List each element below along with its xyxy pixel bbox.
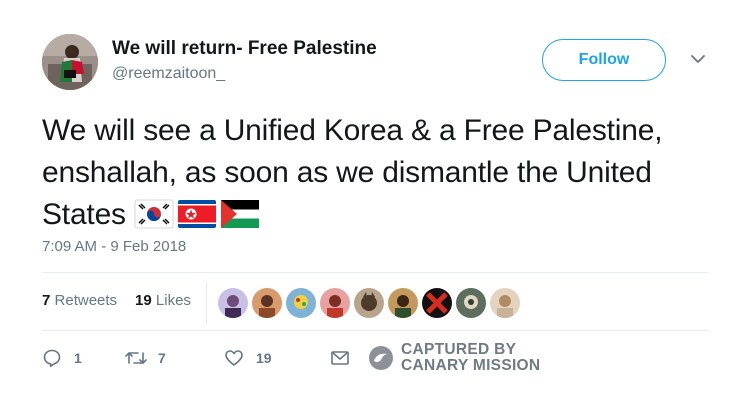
user-handle[interactable]: @reemzaitoon_: [112, 65, 225, 83]
watermark-text: CAPTURED BY CANARY MISSION: [401, 342, 540, 374]
south-korea-flag-icon: [134, 199, 174, 229]
liker-avatar[interactable]: [252, 288, 282, 318]
retweet-icon: [125, 352, 147, 364]
reply-count: 1: [74, 350, 82, 366]
watermark-line1: CAPTURED BY: [401, 341, 517, 358]
likes-count: 19: [135, 292, 152, 309]
reply-icon: [43, 349, 61, 367]
canary-logo-icon: [369, 346, 393, 370]
retweet-button[interactable]: 7: [124, 348, 224, 368]
likes-stat[interactable]: 19 Likes: [135, 292, 191, 309]
divider: [42, 330, 708, 331]
envelope-icon: [331, 351, 349, 365]
retweets-count: 7: [42, 292, 51, 309]
like-count: 19: [256, 350, 272, 366]
canary-mission-watermark: CAPTURED BY CANARY MISSION: [368, 342, 540, 374]
engagement-stats: 7 Retweets 19 Likes: [42, 292, 191, 309]
watermark-line2: CANARY MISSION: [401, 357, 541, 374]
liker-avatar[interactable]: [490, 288, 520, 318]
heart-icon: [225, 350, 243, 366]
liker-avatar[interactable]: [320, 288, 350, 318]
display-name[interactable]: We will return- Free Palestine: [112, 38, 377, 60]
like-button[interactable]: 19: [224, 348, 330, 368]
retweets-label: Retweets: [54, 292, 118, 309]
chevron-down-icon[interactable]: [688, 52, 708, 66]
liker-avatar[interactable]: [388, 288, 418, 318]
liker-avatar[interactable]: [422, 288, 452, 318]
follow-button[interactable]: Follow: [542, 39, 666, 81]
reply-button[interactable]: 1: [42, 348, 124, 368]
profile-avatar[interactable]: [42, 34, 98, 90]
likes-label: Likes: [155, 292, 191, 309]
direct-message-button[interactable]: [330, 348, 350, 368]
palestine-flag-icon: [220, 199, 260, 229]
liker-avatar[interactable]: [286, 288, 316, 318]
action-bar: 1 7 19: [42, 346, 350, 370]
north-korea-flag-icon: [177, 199, 217, 229]
liker-avatar[interactable]: [354, 288, 384, 318]
liker-avatars: [218, 288, 520, 318]
retweet-count: 7: [158, 350, 166, 366]
tweet-timestamp[interactable]: 7:09 AM - 9 Feb 2018: [42, 238, 186, 255]
liker-avatar[interactable]: [218, 288, 248, 318]
tweet-text-block: We will see a Unified Korea & a Free Pal…: [42, 110, 722, 236]
liker-avatar[interactable]: [456, 288, 486, 318]
divider: [42, 272, 708, 273]
stats-separator: [206, 282, 207, 324]
retweets-stat[interactable]: 7 Retweets: [42, 292, 117, 309]
